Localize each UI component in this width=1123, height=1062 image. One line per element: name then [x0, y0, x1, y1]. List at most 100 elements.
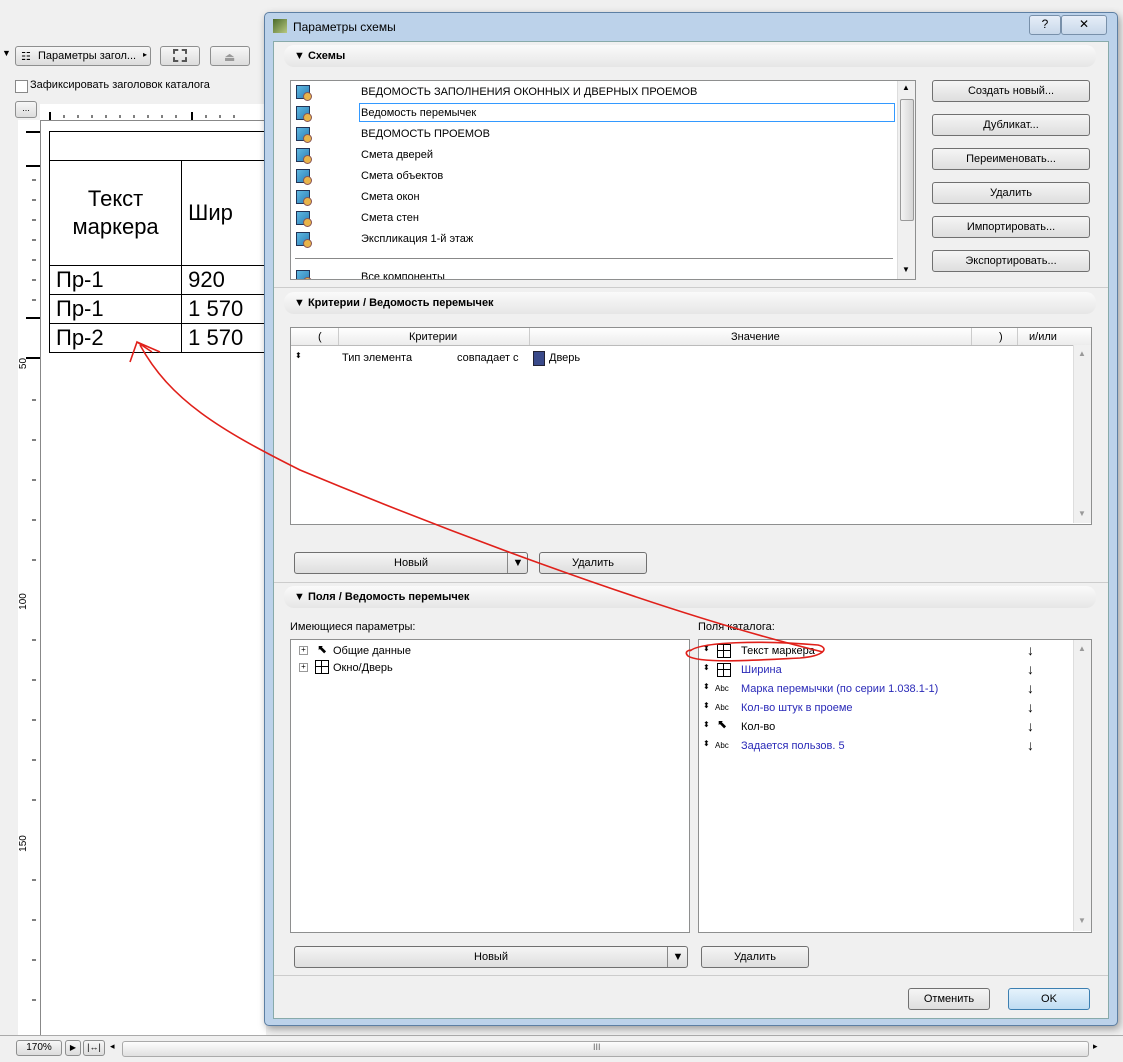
export-button[interactable]: Экспортировать...: [932, 250, 1090, 272]
schedule-icon: [296, 106, 312, 122]
header-cell-width: Шир: [181, 160, 266, 266]
schemes-section-header[interactable]: ▼ Схемы: [284, 45, 1096, 67]
schemes-scrollbar[interactable]: ▲ ▼: [897, 81, 915, 279]
list-item[interactable]: ⬍ Ширина ↓: [699, 660, 1089, 679]
list-divider: [295, 258, 893, 259]
list-item-selected[interactable]: Ведомость перемычек: [291, 103, 895, 124]
criteria-section-header[interactable]: ▼ Критерии / Ведомость перемычек: [284, 292, 1096, 314]
zoom-display[interactable]: 170%: [16, 1040, 62, 1056]
duplicate-button[interactable]: Дубликат...: [932, 114, 1090, 136]
import-button[interactable]: Импортировать...: [932, 216, 1090, 238]
catalog-scrollbar[interactable]: ▲ ▼: [1073, 640, 1091, 931]
criteria-row[interactable]: ⬍ Тип элемента совпадает с Дверь: [291, 348, 1071, 367]
sort-down-icon[interactable]: ↓: [1027, 661, 1034, 677]
dialog-titlebar[interactable]: Параметры схемы ? ✕: [265, 13, 1117, 39]
delete-scheme-button[interactable]: Удалить: [932, 182, 1090, 204]
scroll-up-icon[interactable]: ▲: [1078, 349, 1086, 358]
scroll-right-icon[interactable]: ▸: [1093, 1041, 1098, 1052]
cell: Пр-1: [48, 294, 183, 324]
fit-selection-button[interactable]: [160, 46, 200, 66]
list-item[interactable]: Смета дверей: [291, 145, 895, 166]
list-item[interactable]: ⬍ Abc Задается пользов. 5 ↓: [699, 736, 1089, 755]
list-item[interactable]: ⬍ ⬉ Кол-во ↓: [699, 717, 1089, 736]
schedule-icon: [296, 85, 312, 101]
schemes-list[interactable]: ВЕДОМОСТЬ ЗАПОЛНЕНИЯ ОКОННЫХ И ДВЕРНЫХ П…: [290, 80, 916, 280]
new-field-button[interactable]: Новый ▼: [294, 946, 688, 968]
freeze-header-checkbox[interactable]: [15, 80, 28, 93]
expand-icon[interactable]: +: [299, 646, 308, 655]
sort-down-icon[interactable]: ↓: [1027, 699, 1034, 715]
cell: Пр-2: [48, 323, 183, 353]
delete-field-button[interactable]: Удалить: [701, 946, 809, 968]
list-item[interactable]: Смета стен: [291, 208, 895, 229]
drag-handle-icon[interactable]: ⬍: [703, 644, 710, 653]
header-params-button[interactable]: ☷ Параметры загол... ▸: [15, 46, 151, 66]
zoom-next-icon[interactable]: ▶: [65, 1040, 81, 1056]
list-item[interactable]: ⬍ Abc Марка перемычки (по серии 1.038.1-…: [699, 679, 1089, 698]
upload-button[interactable]: ⏏: [210, 46, 250, 66]
sort-down-icon[interactable]: ↓: [1027, 737, 1034, 753]
scroll-up-icon[interactable]: ▲: [902, 83, 910, 92]
scroll-down-icon[interactable]: ▼: [1078, 916, 1086, 925]
criteria-scrollbar[interactable]: ▲ ▼: [1073, 345, 1091, 523]
catalog-fields-list[interactable]: ⬍ Текст маркера ↓ ⬍ Ширина ↓ ⬍ Abc Марка…: [698, 639, 1092, 933]
schedule-icon: [296, 190, 312, 206]
criteria-header-row: ( Критерии Значение ) и/или: [291, 328, 1091, 346]
list-item[interactable]: ⬍ Текст маркера ↓: [699, 641, 1089, 660]
list-item[interactable]: ВЕДОМОСТЬ ЗАПОЛНЕНИЯ ОКОННЫХ И ДВЕРНЫХ П…: [291, 82, 895, 103]
list-item[interactable]: Смета объектов: [291, 166, 895, 187]
column-separator: [529, 328, 530, 345]
triangle-down-icon: ▼: [294, 50, 308, 62]
dropdown-arrow-icon[interactable]: ▼: [507, 553, 528, 573]
scroll-up-icon[interactable]: ▲: [1078, 644, 1086, 653]
rename-button[interactable]: Переименовать...: [932, 148, 1090, 170]
sort-down-icon[interactable]: ↓: [1027, 642, 1034, 658]
scroll-left-icon[interactable]: ◂: [110, 1041, 115, 1052]
list-item[interactable]: ⬍ Abc Кол-во штук в проеме ↓: [699, 698, 1089, 717]
drag-handle-icon[interactable]: ⬍: [703, 720, 710, 729]
col-value: Значение: [731, 331, 780, 343]
criteria-table[interactable]: ( Критерии Значение ) и/или ⬍ Тип элемен…: [290, 327, 1092, 525]
help-button[interactable]: ?: [1029, 15, 1061, 35]
status-bar: 170% ▶ |↔| ◂ III ▸: [0, 1035, 1123, 1062]
scroll-down-icon[interactable]: ▼: [1078, 509, 1086, 518]
fields-section-header[interactable]: ▼ Поля / Ведомость перемычек: [284, 586, 1096, 608]
cell: 1 570: [181, 294, 266, 324]
new-criteria-button[interactable]: Новый ▼: [294, 552, 528, 574]
criteria-operator: совпадает с: [457, 352, 519, 364]
scroll-down-icon[interactable]: ▼: [902, 265, 910, 274]
cell: Пр-1: [48, 265, 183, 295]
tree-item[interactable]: + Окно/Дверь: [291, 658, 681, 677]
available-params-tree[interactable]: + ⬉ Общие данные + Окно/Дверь: [290, 639, 690, 933]
cancel-button[interactable]: Отменить: [908, 988, 990, 1010]
delete-criteria-button[interactable]: Удалить: [539, 552, 647, 574]
fit-width-icon[interactable]: |↔|: [83, 1040, 105, 1056]
close-icon[interactable]: ✕: [1061, 15, 1107, 35]
scroll-thumb[interactable]: [900, 99, 914, 221]
list-item[interactable]: Экспликация 1-й этаж: [291, 229, 895, 250]
expand-icon[interactable]: +: [299, 663, 308, 672]
drag-handle-icon[interactable]: ⬍: [703, 739, 710, 748]
section-divider: [274, 975, 1108, 976]
vertical-ruler: 50 100 150: [18, 120, 41, 1035]
column-separator: [1017, 328, 1018, 345]
sort-down-icon[interactable]: ↓: [1027, 680, 1034, 696]
create-new-button[interactable]: Создать новый...: [932, 80, 1090, 102]
horizontal-scrollbar[interactable]: III: [122, 1041, 1089, 1057]
schedule-icon: [296, 169, 312, 185]
schedule-table: Текст маркера Шир Пр-1 920 Пр-1 1 570 Пр-2…: [48, 131, 266, 353]
list-item[interactable]: ВЕДОМОСТЬ ПРОЕМОВ: [291, 124, 895, 145]
more-button[interactable]: ...: [15, 101, 37, 118]
list-item[interactable]: Смета окон: [291, 187, 895, 208]
drag-handle-icon[interactable]: ⬍: [703, 682, 710, 691]
window-door-icon: [717, 644, 731, 658]
dropdown-arrow-icon[interactable]: ▼: [667, 947, 688, 967]
sort-down-icon[interactable]: ↓: [1027, 718, 1034, 734]
drag-handle-icon[interactable]: ⬍: [703, 663, 710, 672]
ok-button[interactable]: OK: [1008, 988, 1090, 1010]
available-params-label: Имеющиеся параметры:: [290, 621, 416, 633]
drag-handle-icon[interactable]: ⬍: [703, 701, 710, 710]
list-item[interactable]: Все компоненты: [291, 267, 895, 279]
triangle-down-icon[interactable]: ▼: [2, 48, 11, 58]
drag-handle-icon[interactable]: ⬍: [295, 351, 302, 360]
